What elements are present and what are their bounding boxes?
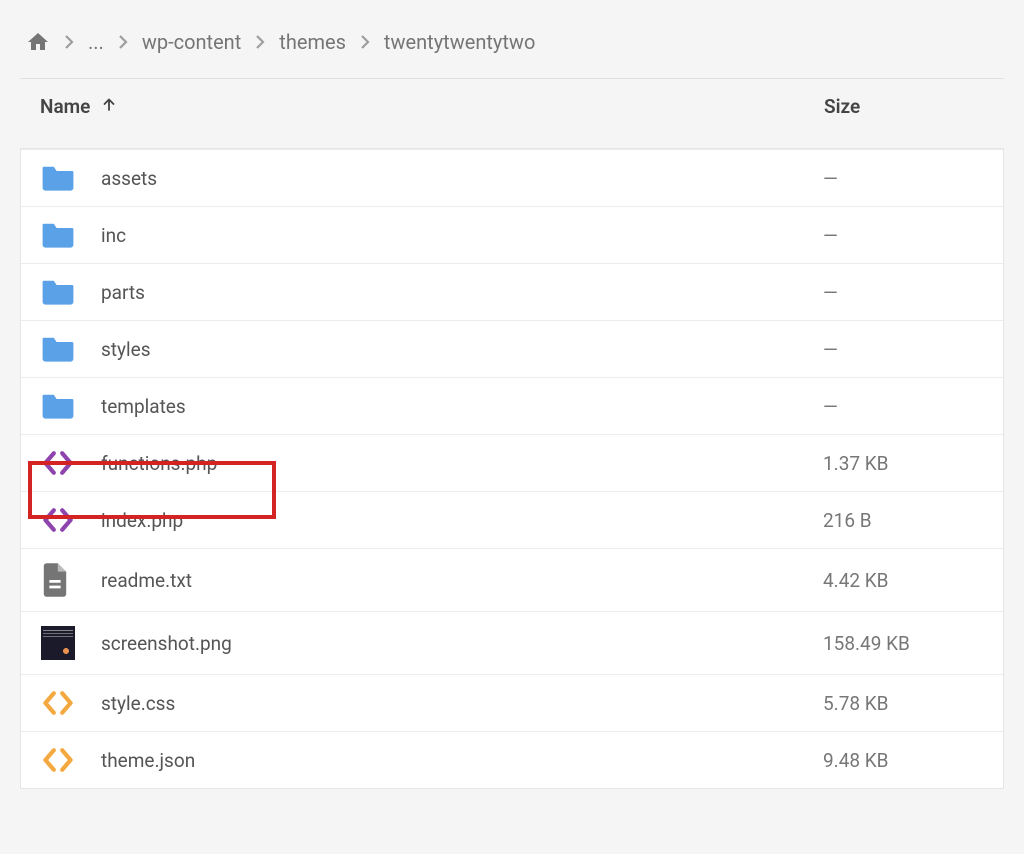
code-icon <box>41 746 85 774</box>
file-size: 158.49 KB <box>823 632 983 655</box>
arrow-up-icon <box>100 95 118 118</box>
table-row[interactable]: style.css 5.78 KB <box>21 674 1003 731</box>
image-thumbnail-icon <box>41 626 85 660</box>
chevron-right-icon <box>255 34 265 50</box>
file-size: — <box>823 224 983 247</box>
file-name: screenshot.png <box>85 632 823 655</box>
folder-icon <box>41 278 85 306</box>
code-icon <box>41 689 85 717</box>
file-name: readme.txt <box>85 569 823 592</box>
file-name: styles <box>85 338 823 361</box>
table-row[interactable]: functions.php 1.37 KB <box>21 434 1003 491</box>
breadcrumb-item[interactable]: twentytwentytwo <box>384 30 535 54</box>
file-size: 1.37 KB <box>823 452 983 475</box>
file-name: style.css <box>85 692 823 715</box>
folder-icon <box>41 335 85 363</box>
file-size: 5.78 KB <box>823 692 983 715</box>
table-row[interactable]: styles — <box>21 320 1003 377</box>
table-row[interactable]: assets — <box>21 149 1003 206</box>
file-name: index.php <box>85 509 823 532</box>
file-size: 216 B <box>823 509 983 532</box>
file-size: — <box>823 281 983 304</box>
file-name: inc <box>85 224 823 247</box>
file-name: parts <box>85 281 823 304</box>
table-row[interactable]: screenshot.png 158.49 KB <box>21 611 1003 674</box>
breadcrumb-item[interactable]: wp-content <box>142 30 241 54</box>
breadcrumb-ellipsis[interactable]: ... <box>88 30 104 54</box>
file-name: templates <box>85 395 823 418</box>
chevron-right-icon <box>118 34 128 50</box>
folder-icon <box>41 164 85 192</box>
table-header: Name Size <box>20 79 1004 134</box>
table-row[interactable]: index.php 216 B <box>21 491 1003 548</box>
table-row[interactable]: inc — <box>21 206 1003 263</box>
table-row[interactable]: parts — <box>21 263 1003 320</box>
file-name: assets <box>85 167 823 190</box>
table-row[interactable]: theme.json 9.48 KB <box>21 731 1003 788</box>
column-name-label: Name <box>40 95 90 118</box>
column-name-header[interactable]: Name <box>40 95 824 118</box>
column-size-header[interactable]: Size <box>824 95 984 118</box>
breadcrumb: ... wp-content themes twentytwentytwo <box>20 20 1004 79</box>
file-size: 9.48 KB <box>823 749 983 772</box>
code-icon <box>41 449 85 477</box>
file-size: — <box>823 395 983 418</box>
file-table: assets — inc — parts — styles — template… <box>20 148 1004 789</box>
column-size-label: Size <box>824 95 860 118</box>
chevron-right-icon <box>360 34 370 50</box>
folder-icon <box>41 221 85 249</box>
breadcrumb-item[interactable]: themes <box>279 30 346 54</box>
file-size: — <box>823 167 983 190</box>
home-icon[interactable] <box>26 30 50 54</box>
file-size: — <box>823 338 983 361</box>
file-name: functions.php <box>85 452 823 475</box>
table-row[interactable]: templates — <box>21 377 1003 434</box>
table-row[interactable]: readme.txt 4.42 KB <box>21 548 1003 611</box>
code-icon <box>41 506 85 534</box>
chevron-right-icon <box>64 34 74 50</box>
document-icon <box>41 563 85 597</box>
file-name: theme.json <box>85 749 823 772</box>
folder-icon <box>41 392 85 420</box>
file-size: 4.42 KB <box>823 569 983 592</box>
